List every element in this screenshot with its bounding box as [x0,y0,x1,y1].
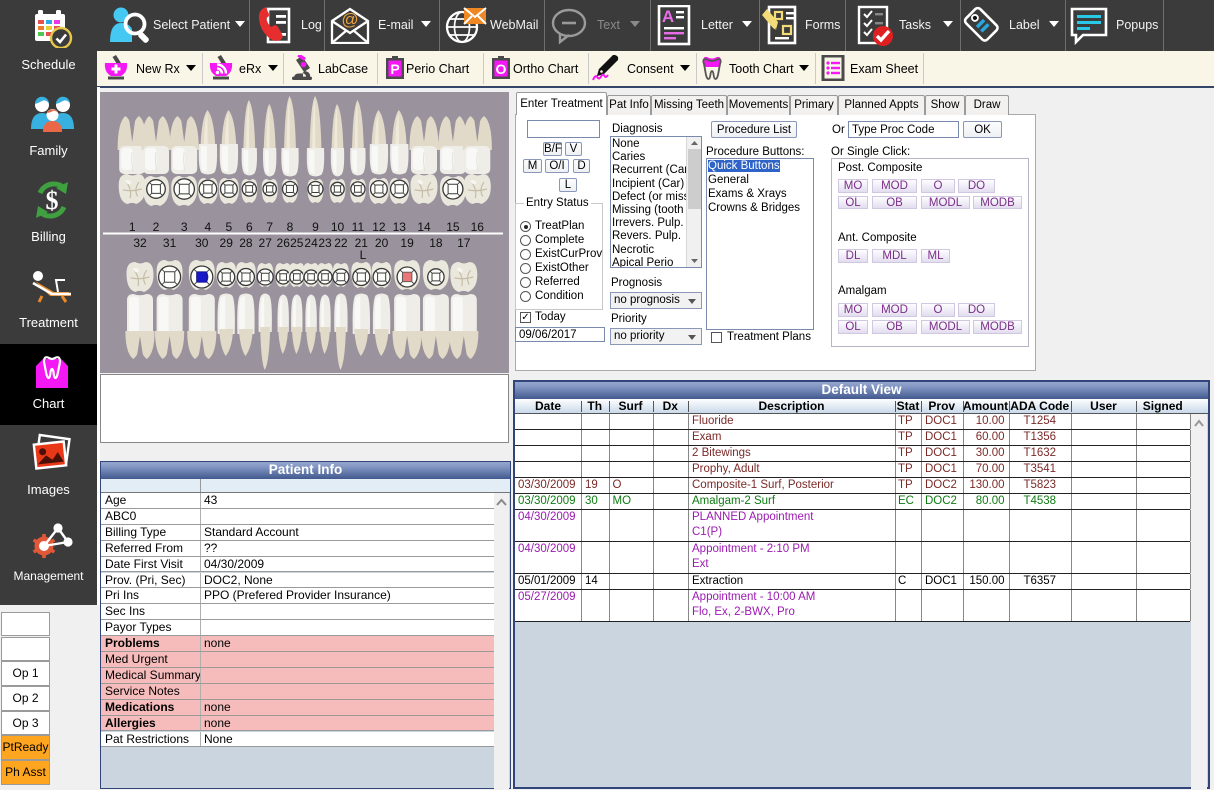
svg-text:31: 31 [163,236,177,250]
svg-text:7: 7 [266,220,273,234]
svg-text:11: 11 [352,220,365,234]
svg-text:25: 25 [290,236,304,250]
svg-text:12: 12 [372,220,386,234]
svg-text:29: 29 [220,236,234,250]
svg-text:8: 8 [287,220,294,234]
svg-text:A: A [662,7,674,26]
svg-text:22: 22 [334,236,348,250]
svg-text:9: 9 [312,220,319,234]
svg-text:$: $ [46,186,59,215]
svg-text:2: 2 [153,220,160,234]
svg-text:30: 30 [195,236,209,250]
svg-text:19: 19 [400,236,414,250]
svg-text:4: 4 [205,220,212,234]
svg-text:28: 28 [239,236,253,250]
svg-text:5: 5 [226,220,233,234]
svg-text:23: 23 [318,236,332,250]
svg-text:O: O [496,61,507,77]
svg-text:17: 17 [457,236,471,250]
svg-text:13: 13 [393,220,407,234]
svg-text:@: @ [341,10,358,29]
svg-text:24: 24 [304,236,318,250]
svg-text:16: 16 [471,220,485,234]
svg-text:6: 6 [246,220,253,234]
svg-text:L: L [360,248,367,262]
svg-text:14: 14 [417,220,431,234]
svg-text:10: 10 [331,220,345,234]
svg-text:18: 18 [429,236,443,250]
svg-text:1: 1 [129,220,136,234]
svg-text:P: P [390,61,399,77]
svg-text:20: 20 [375,236,389,250]
svg-text:32: 32 [133,236,147,250]
svg-text:27: 27 [259,236,273,250]
svg-text:3: 3 [181,220,188,234]
svg-text:26: 26 [277,236,291,250]
svg-text:15: 15 [446,220,460,234]
